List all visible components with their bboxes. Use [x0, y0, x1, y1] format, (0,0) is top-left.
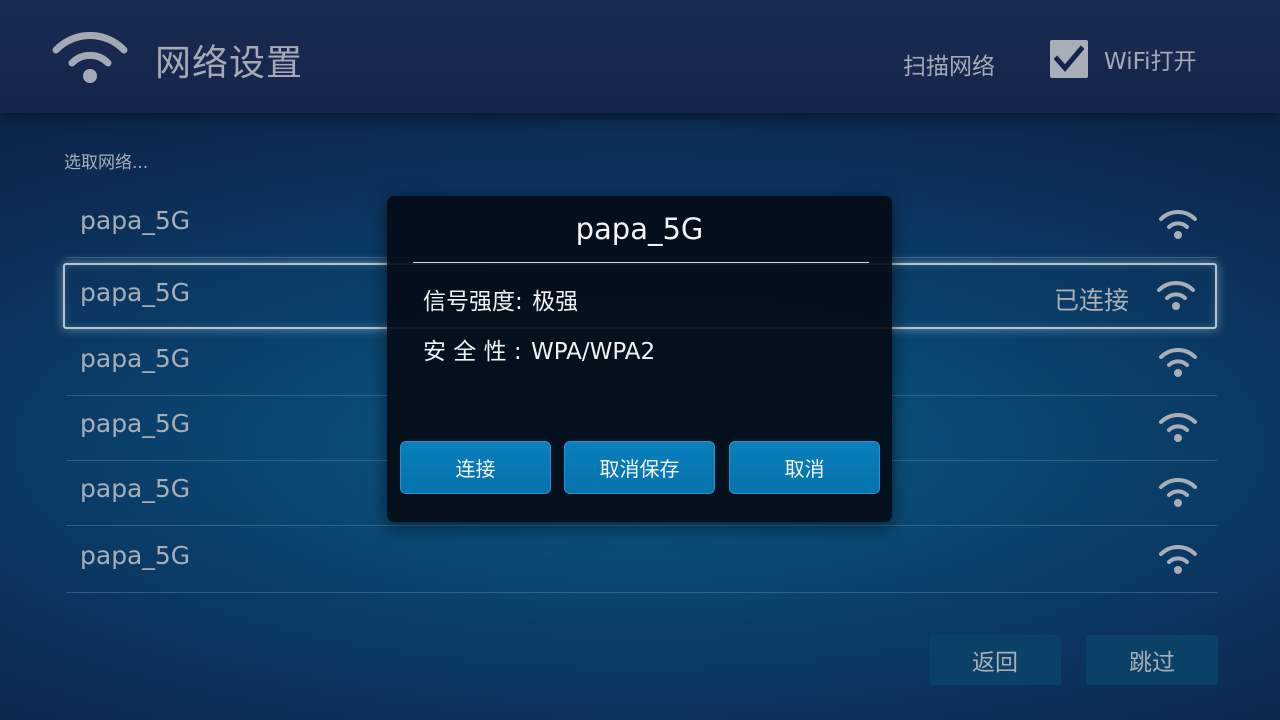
wifi-checkbox[interactable]	[1050, 40, 1088, 78]
network-name: papa_5G	[80, 541, 191, 570]
connect-button[interactable]: 连接	[400, 441, 551, 494]
forget-network-button[interactable]: 取消保存	[564, 441, 715, 494]
network-name: papa_5G	[80, 206, 191, 235]
wifi-signal-icon	[1159, 544, 1197, 574]
checkmark-icon	[1054, 45, 1084, 72]
signal-strength-label: 信号强度:	[423, 289, 523, 315]
wifi-signal-icon	[1159, 477, 1197, 507]
wifi-toggle[interactable]: WiFi打开	[1050, 40, 1197, 78]
scan-network-button[interactable]: 扫描网络	[903, 47, 995, 81]
top-bar: 网络设置 扫描网络 WiFi打开	[0, 0, 1280, 113]
wifi-signal-icon	[1159, 209, 1197, 239]
wifi-signal-icon	[1157, 280, 1195, 310]
skip-button[interactable]: 跳过	[1086, 635, 1218, 685]
signal-strength-row: 信号强度: 极强	[423, 282, 578, 316]
network-item[interactable]: papa_5G	[66, 527, 1217, 593]
network-name: papa_5G	[80, 278, 191, 307]
security-value: WPA/WPA2	[531, 339, 656, 365]
connected-status: 已连接	[1053, 286, 1129, 315]
wifi-toggle-label: WiFi打开	[1104, 49, 1197, 75]
wifi-signal-icon	[1159, 412, 1197, 442]
network-detail-dialog: papa_5G 信号强度: 极强 安 全 性 : WPA/WPA2 连接 取消保…	[387, 196, 892, 522]
back-button[interactable]: 返回	[929, 635, 1061, 685]
select-network-hint: 选取网络...	[64, 153, 149, 173]
dialog-divider	[413, 262, 869, 263]
cancel-button[interactable]: 取消	[729, 441, 880, 494]
network-name: papa_5G	[80, 344, 191, 373]
security-row: 安 全 性 : WPA/WPA2	[423, 332, 655, 366]
network-name: papa_5G	[80, 409, 191, 438]
signal-strength-value: 极强	[532, 289, 579, 315]
network-name: papa_5G	[80, 474, 191, 503]
dialog-title: papa_5G	[575, 212, 704, 246]
wifi-signal-icon	[1159, 347, 1197, 377]
security-label: 安 全 性 :	[423, 339, 522, 365]
page-title: 网络设置	[155, 43, 304, 84]
wifi-icon	[52, 32, 128, 83]
